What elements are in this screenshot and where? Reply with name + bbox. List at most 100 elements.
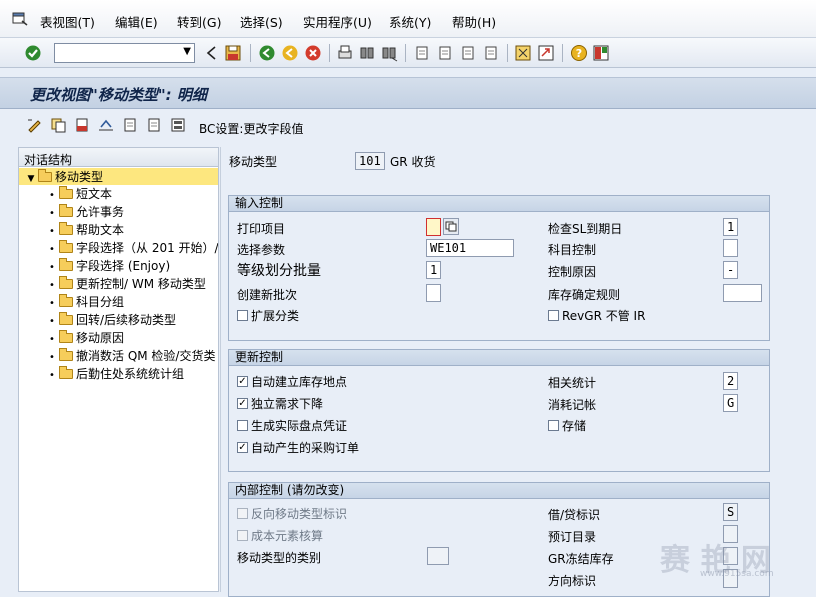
tree-node-label: 允许事务 (76, 205, 125, 219)
reverse-movement-label: 反向移动类型标识 (251, 507, 348, 521)
back-green-icon[interactable] (258, 44, 276, 62)
extended-classification-checkbox[interactable] (237, 310, 248, 321)
auto-purchase-order-checkbox[interactable]: ✓ (237, 442, 248, 453)
auto-create-sloc-checkbox[interactable]: ✓ (237, 376, 248, 387)
undo-change-icon[interactable] (98, 117, 114, 133)
create-new-batch-field[interactable] (426, 284, 441, 302)
panel-splitter[interactable] (220, 147, 225, 592)
tree-node-help-text[interactable]: • 帮助文本 (45, 222, 124, 239)
value-help-icon[interactable] (443, 218, 459, 235)
exit-icon[interactable] (281, 44, 299, 62)
svg-text:?: ? (576, 47, 582, 60)
revgr-ignore-ir-checkbox[interactable] (548, 310, 559, 321)
save-icon[interactable] (224, 44, 242, 62)
menu-select[interactable]: 选择(S) (240, 16, 283, 30)
bullet-icon: • (49, 208, 55, 219)
tree-node-field-selection-enjoy[interactable]: • 字段选择 (Enjoy) (45, 258, 170, 275)
auto-purchase-order-label: 自动产生的采购订单 (251, 441, 360, 455)
tree-node-label: 科目分组 (76, 295, 125, 309)
shortcut-icon[interactable] (537, 44, 555, 62)
independent-requirements-label: 独立需求下降 (251, 397, 324, 411)
menu-goto[interactable]: 转到(G) (177, 16, 221, 30)
menu-edit[interactable]: 编辑(E) (115, 16, 158, 30)
independent-requirements-checkbox[interactable]: ✓ (237, 398, 248, 409)
movement-type-text: GR 收货 (390, 155, 436, 169)
folder-icon (59, 276, 73, 289)
create-new-batch-label: 创建新批次 (237, 288, 298, 302)
tree-node-field-selection-201[interactable]: • 字段选择（从 201 开始）/ (45, 240, 218, 257)
tree-node-update-control-wm[interactable]: • 更新控制/ WM 移动类型 (45, 276, 206, 293)
delete-icon[interactable] (74, 117, 90, 133)
check-sled-field[interactable]: 1 (723, 218, 738, 236)
tree-node-qm-inspection[interactable]: • 撤消数活 QM 检验/交货类 (45, 348, 215, 365)
cancel-icon[interactable] (304, 44, 322, 62)
movement-type-field: 101 (355, 152, 385, 170)
toolbar-separator (405, 44, 406, 62)
print-item-label: 打印项目 (237, 222, 286, 236)
menu-help[interactable]: 帮助(H) (452, 16, 496, 30)
consumption-posting-field[interactable]: G (723, 394, 738, 412)
menu-system[interactable]: 系统(Y) (389, 16, 431, 30)
tree-node-movement-type[interactable]: ▼ 移动类型 (19, 168, 218, 185)
tree-node-label: 撤消数活 QM 检验/交货类 (76, 349, 216, 363)
find-next-icon[interactable] (380, 44, 398, 62)
tree-node-label: 移动原因 (76, 331, 125, 345)
cost-element-label: 成本元素核算 (251, 529, 324, 543)
print-icon[interactable] (336, 44, 354, 62)
copy-icon[interactable] (50, 117, 66, 133)
enter-icon[interactable] (24, 44, 42, 62)
selection-parameter-field[interactable]: WE101 (426, 239, 514, 257)
check-sled-label: 检查SL到期日 (548, 222, 623, 236)
back-icon[interactable] (203, 44, 221, 62)
gr-blocked-stock-label: GR冻结库存 (548, 552, 614, 566)
bc-set-change-field-values[interactable]: BC设置:更改字段值 (199, 120, 303, 137)
movement-type-label: 移动类型 (229, 155, 278, 169)
stock-determination-rule-field[interactable] (723, 284, 762, 302)
last-page-icon[interactable] (482, 44, 500, 62)
layout-icon[interactable] (592, 44, 610, 62)
expand-triangle-icon[interactable]: ▼ (24, 174, 38, 184)
chevron-down-icon[interactable]: ▼ (183, 46, 191, 57)
prev-page-icon[interactable] (436, 44, 454, 62)
help-icon[interactable]: ? (570, 44, 588, 62)
tree-node-reversal-followup[interactable]: • 回转/后续移动类型 (45, 312, 176, 329)
menu-utilities[interactable]: 实用程序(U) (303, 16, 372, 30)
reservation-catalog-label: 预订目录 (548, 530, 597, 544)
command-field[interactable]: ▼ (54, 43, 195, 63)
tree-node-short-text[interactable]: • 短文本 (45, 186, 112, 203)
account-control-field[interactable] (723, 239, 738, 257)
first-page-icon[interactable] (413, 44, 431, 62)
create-session-icon[interactable] (514, 44, 532, 62)
menu-table-view[interactable]: 表视图(T) (40, 16, 95, 30)
store-checkbox[interactable] (548, 420, 559, 431)
tree-node-lis-statistics[interactable]: • 后勤住处系统统计组 (45, 366, 184, 383)
control-reason-field[interactable]: - (723, 261, 738, 279)
stock-determination-rule-label: 库存确定规则 (548, 288, 621, 302)
tree-node-allowed-transactions[interactable]: • 允许事务 (45, 204, 124, 221)
next-page-icon[interactable] (459, 44, 477, 62)
tree-node-label: 更新控制/ WM 移动类型 (76, 277, 206, 291)
internal-control-title: 内部控制 (请勿改变) (229, 483, 769, 499)
display-change-icon[interactable] (26, 117, 42, 133)
tree-header: 对话结构 (19, 148, 218, 167)
select-all-icon[interactable] (170, 117, 186, 133)
tree-node-account-grouping[interactable]: • 科目分组 (45, 294, 124, 311)
print-item-field[interactable] (426, 218, 441, 236)
batch-classification-label: 等级划分批量 (237, 263, 321, 279)
physical-inventory-doc-checkbox[interactable] (237, 420, 248, 431)
toolbar-separator (250, 44, 251, 62)
statistics-relevance-label: 相关统计 (548, 376, 597, 390)
find-icon[interactable] (358, 44, 376, 62)
previous-entry-icon[interactable] (122, 117, 138, 133)
application-toolbar: BC设置:更改字段值 (0, 110, 816, 142)
batch-classification-field[interactable]: 1 (426, 261, 441, 279)
next-entry-icon[interactable] (146, 117, 162, 133)
revgr-ignore-ir-label: RevGR 不管 IR (562, 309, 646, 323)
tree-node-movement-reason[interactable]: • 移动原因 (45, 330, 124, 347)
folder-icon (59, 348, 73, 361)
watermark-url: www.915sa.com (700, 569, 774, 579)
menu-window-icon[interactable] (12, 12, 28, 26)
statistics-relevance-field[interactable]: 2 (723, 372, 738, 390)
folder-open-icon (38, 169, 52, 182)
folder-icon (59, 294, 73, 307)
